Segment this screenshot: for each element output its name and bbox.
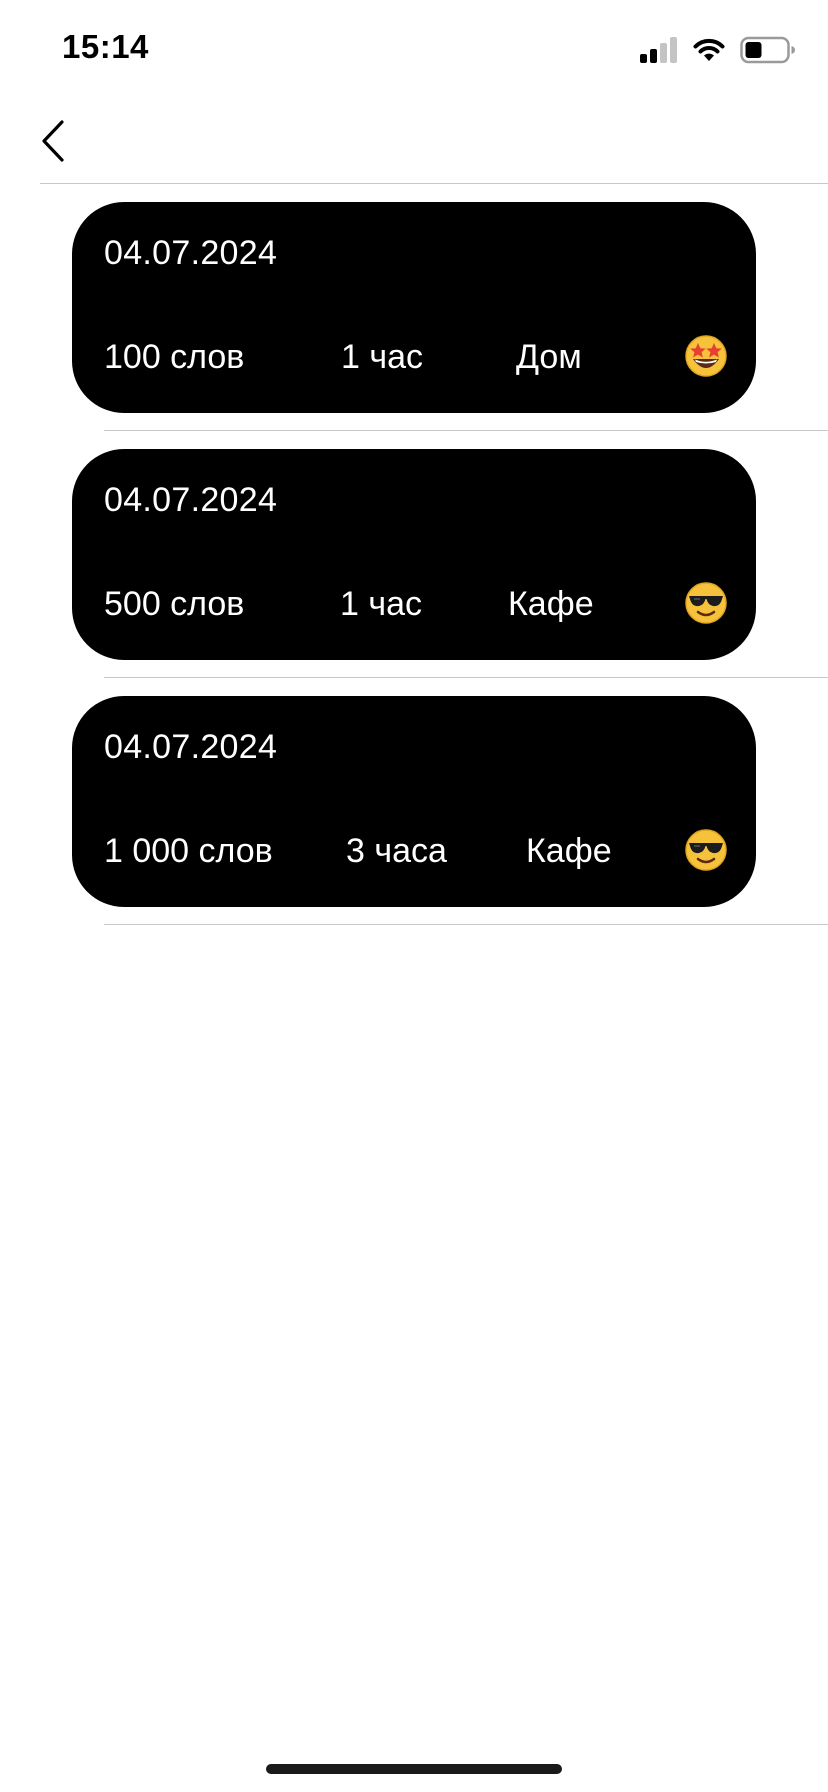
entry-meta: 1 000 слов 3 часа Кафе <box>104 829 727 876</box>
sunglasses-emoji-icon <box>684 581 728 625</box>
battery-icon <box>740 36 795 64</box>
entry-meta: 100 слов 1 час Дом <box>104 335 727 382</box>
entries-list: 04.07.2024 100 слов 1 час Дом 04.07.2024… <box>0 202 828 943</box>
sunglasses-emoji-icon <box>684 828 728 872</box>
nav-divider <box>40 183 828 184</box>
entry-date: 04.07.2024 <box>104 481 278 519</box>
home-indicator[interactable] <box>266 1764 562 1774</box>
status-bar: 15:14 <box>0 0 828 100</box>
entry-meta: 500 слов 1 час Кафе <box>104 582 727 629</box>
entry-place: Кафе <box>526 832 612 870</box>
back-button[interactable] <box>34 116 74 166</box>
entry-place: Дом <box>516 338 582 376</box>
row-divider <box>104 677 828 678</box>
row-divider <box>104 924 828 925</box>
status-time: 15:14 <box>62 28 149 65</box>
nav-bar <box>0 100 828 184</box>
entry-word-count: 1 000 слов <box>104 832 273 870</box>
list-item: 04.07.2024 1 000 слов 3 часа Кафе <box>0 696 828 943</box>
list-item: 04.07.2024 500 слов 1 час Кафе <box>0 449 828 696</box>
list-item: 04.07.2024 100 слов 1 час Дом <box>0 202 828 449</box>
entry-card[interactable]: 04.07.2024 100 слов 1 час Дом <box>72 202 756 413</box>
entry-card[interactable]: 04.07.2024 1 000 слов 3 часа Кафе <box>72 696 756 907</box>
entry-duration: 1 час <box>340 585 422 623</box>
row-divider <box>104 430 828 431</box>
entry-date: 04.07.2024 <box>104 234 278 272</box>
entry-date: 04.07.2024 <box>104 728 278 766</box>
entry-card[interactable]: 04.07.2024 500 слов 1 час Кафе <box>72 449 756 660</box>
entry-place: Кафе <box>508 585 594 623</box>
entry-duration: 1 час <box>341 338 423 376</box>
entry-word-count: 500 слов <box>104 585 245 623</box>
star-struck-emoji-icon <box>684 334 728 378</box>
entry-duration: 3 часа <box>346 832 447 870</box>
chevron-left-icon <box>42 120 64 162</box>
status-icons <box>640 34 796 66</box>
wifi-icon <box>693 38 725 61</box>
entry-word-count: 100 слов <box>104 338 245 376</box>
signal-icon <box>640 37 677 63</box>
